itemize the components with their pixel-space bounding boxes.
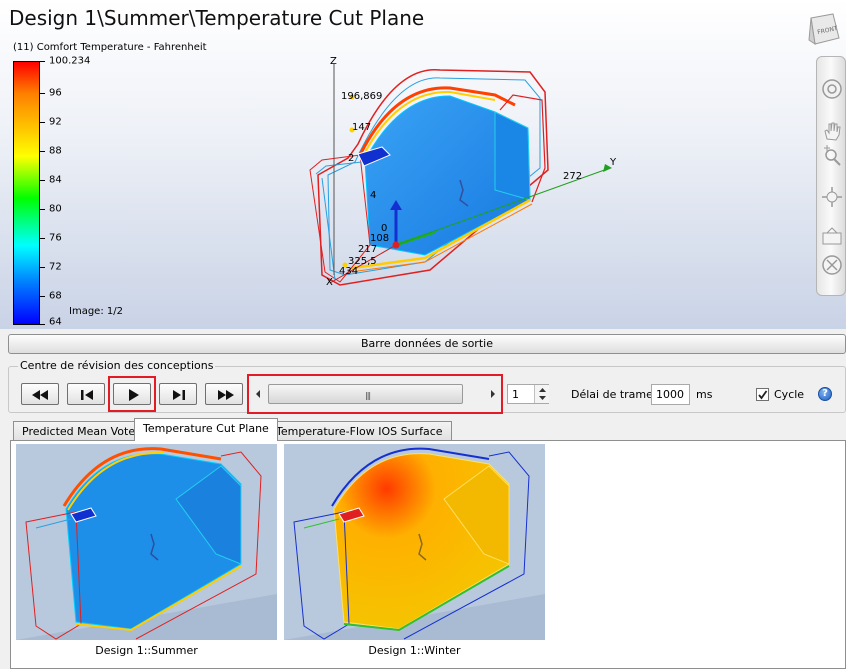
colorbar-label: 96	[49, 87, 62, 99]
output-data-bar[interactable]: Barre données de sortie	[8, 334, 846, 354]
last-frame-button[interactable]	[205, 383, 243, 405]
x-axis-label: X	[326, 277, 333, 288]
colorbar-tick	[40, 61, 45, 62]
colorbar-tick	[40, 324, 45, 325]
tab-temperature-flow-ios-surface[interactable]: Temperature-Flow IOS Surface	[267, 421, 452, 440]
frame-delay-input[interactable]: 1000	[651, 384, 690, 405]
z-axis-label: Z	[330, 56, 337, 67]
colorbar-tick	[40, 151, 45, 152]
colorbar-label: 92	[49, 116, 62, 128]
legend-title: (11) Comfort Temperature - Fahrenheit	[13, 42, 207, 53]
frame-delay-unit: ms	[696, 388, 713, 401]
cycle-label: Cycle	[774, 388, 805, 401]
cycle-checkbox[interactable]	[756, 388, 769, 401]
fast-forward-icon	[218, 390, 234, 400]
axis-tick-label: 434	[339, 266, 359, 277]
graphics-viewport[interactable]: Design 1\Summer\Temperature Cut Plane (1…	[0, 0, 846, 329]
colorbar-label: 84	[49, 174, 62, 186]
tab-predicted-mean-vote[interactable]: Predicted Mean Vote	[13, 421, 145, 440]
slider-grip-icon[interactable]: |||	[365, 391, 371, 400]
checkmark-icon	[758, 390, 768, 400]
pan-hand-icon[interactable]	[820, 119, 844, 143]
colorbar-tick	[40, 93, 45, 94]
step-back-icon	[81, 390, 93, 400]
colorbar-tick	[40, 296, 45, 297]
thumbnail-summer[interactable]	[16, 444, 277, 640]
colorbar-tick	[40, 122, 45, 123]
orbit-icon[interactable]	[820, 185, 844, 209]
previous-frame-button[interactable]	[67, 383, 105, 405]
y-axis-label: Y	[610, 157, 617, 168]
colorbar-label: 68	[49, 290, 62, 302]
colorbar-label: 100.234	[49, 55, 91, 67]
axis-tick-label: 2	[348, 153, 355, 164]
colorbar-tick	[40, 209, 45, 210]
frame-slider[interactable]: |||	[268, 384, 463, 404]
steering-wheel-icon[interactable]	[820, 77, 844, 101]
frame-index-spinner[interactable]: 1	[507, 384, 549, 404]
play-button-highlight	[108, 376, 156, 412]
axis-tick-label: 196,869	[341, 91, 383, 102]
axis-tick-label: 108	[370, 233, 390, 244]
colorbar-label: 80	[49, 203, 62, 215]
tab-temperature-cut-plane[interactable]: Temperature Cut Plane	[134, 418, 278, 441]
spinner-arrows[interactable]	[534, 385, 549, 403]
slider-left-arrow-icon[interactable]	[254, 389, 262, 399]
design-review-title: Centre de révision des conceptions	[18, 359, 216, 372]
colorbar-label: 64	[49, 316, 62, 328]
axis-tick-label: 4	[370, 190, 377, 201]
viewport-title: Design 1\Summer\Temperature Cut Plane	[9, 6, 425, 30]
axis-tick-label: 147	[352, 122, 372, 133]
colorbar-tick	[40, 267, 45, 268]
colorbar	[13, 61, 40, 325]
image-counter: Image: 1/2	[69, 306, 123, 317]
zoom-icon[interactable]	[820, 145, 844, 169]
rewind-icon	[32, 390, 48, 400]
step-forward-icon	[173, 390, 185, 400]
colorbar-label: 88	[49, 145, 62, 157]
look-at-icon[interactable]	[820, 225, 844, 249]
thumbnail-caption-summer: Design 1::Summer	[95, 644, 198, 657]
colorbar-label: 76	[49, 232, 62, 244]
navigation-bar	[816, 56, 846, 296]
axis-tick-label: 272	[563, 171, 583, 182]
fit-view-icon[interactable]	[820, 253, 844, 277]
colorbar-label: 72	[49, 261, 62, 273]
slider-right-arrow-icon[interactable]	[489, 389, 497, 399]
first-frame-button[interactable]	[21, 383, 59, 405]
next-frame-button[interactable]	[159, 383, 197, 405]
view-cube[interactable]: FRONT	[805, 12, 841, 46]
axis-tick-label: 217	[358, 244, 378, 255]
thumbnail-winter[interactable]	[284, 444, 545, 640]
colorbar-tick	[40, 238, 45, 239]
frame-index-value: 1	[512, 388, 519, 401]
frame-delay-label: Délai de trame:	[571, 388, 657, 401]
help-icon[interactable]: ?	[818, 387, 832, 401]
colorbar-tick	[40, 180, 45, 181]
thumbnail-caption-winter: Design 1::Winter	[368, 644, 461, 657]
